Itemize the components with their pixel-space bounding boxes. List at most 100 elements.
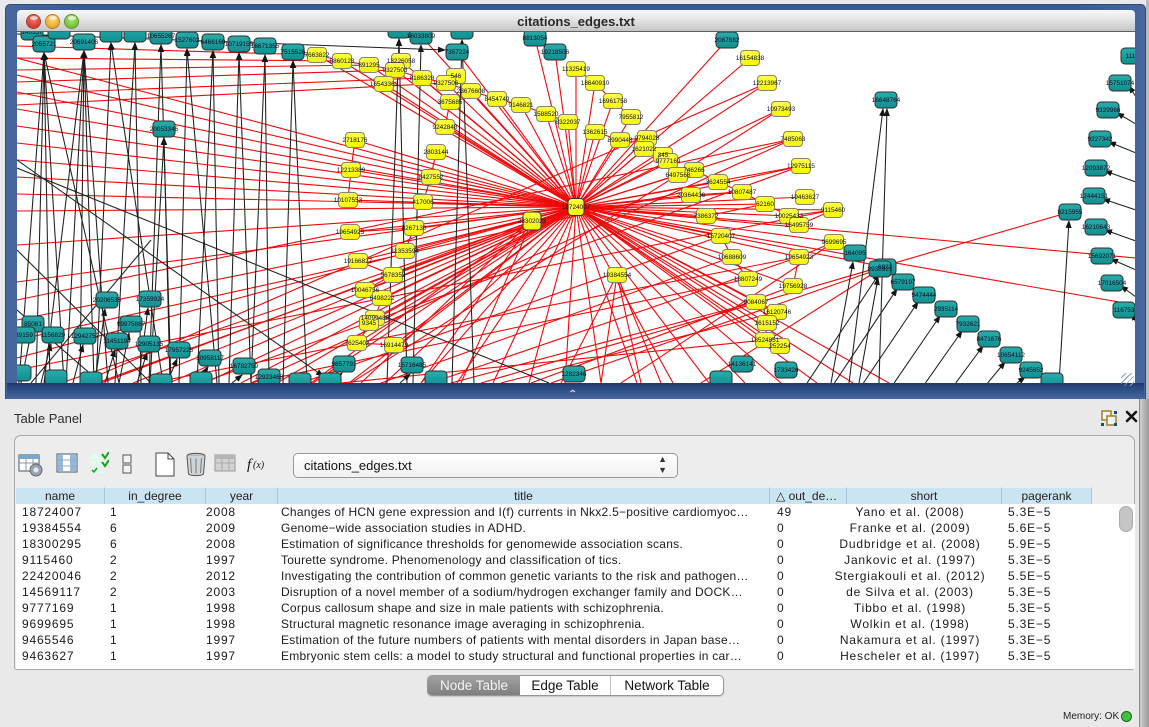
svg-text:19756928: 19756928 — [779, 283, 808, 290]
svg-text:20691406: 20691406 — [70, 39, 99, 46]
svg-text:6579197: 6579197 — [891, 279, 916, 286]
svg-text:252254: 252254 — [769, 343, 791, 350]
svg-text:11353594: 11353594 — [391, 248, 419, 255]
svg-text:8322037: 8322037 — [556, 119, 581, 126]
svg-text:9474444: 9474444 — [912, 292, 937, 299]
svg-text:19384554: 19384554 — [603, 272, 632, 279]
svg-text:9146821: 9146821 — [509, 102, 534, 109]
svg-text:20206535: 20206535 — [93, 297, 122, 304]
svg-text:8938921: 8938921 — [868, 266, 893, 273]
svg-text:23302023: 23302023 — [518, 218, 547, 225]
svg-text:16648764: 16648764 — [872, 97, 901, 104]
svg-text:7663822: 7663822 — [305, 52, 330, 59]
svg-text:14136141: 14136141 — [728, 361, 757, 368]
svg-text:2803144: 2803144 — [424, 149, 449, 156]
svg-text:8454749: 8454749 — [485, 96, 510, 103]
svg-text:16914479: 16914479 — [380, 342, 409, 349]
svg-text:16782759: 16782759 — [230, 363, 259, 370]
svg-text:10807487: 10807487 — [728, 189, 757, 196]
svg-text:62160: 62160 — [756, 201, 774, 208]
svg-text:12923468: 12923468 — [255, 374, 284, 381]
svg-text:9699695: 9699695 — [822, 239, 847, 246]
svg-text:1282346: 1282346 — [562, 371, 587, 378]
svg-text:116753: 116753 — [1114, 307, 1135, 314]
svg-text:11325419: 11325419 — [562, 66, 590, 73]
svg-text:8990448: 8990448 — [608, 137, 633, 144]
svg-text:18724007: 18724007 — [562, 204, 591, 211]
svg-text:8267130: 8267130 — [402, 225, 427, 232]
svg-text:19654925: 19654925 — [336, 229, 365, 236]
svg-text:1156829: 1156829 — [41, 332, 66, 339]
svg-text:8215955: 8215955 — [1058, 209, 1083, 216]
svg-text:10973493: 10973493 — [767, 106, 796, 113]
svg-text:10719155: 10719155 — [225, 41, 254, 48]
svg-text:12905135: 12905135 — [135, 341, 164, 348]
svg-text:8813054: 8813054 — [523, 35, 548, 42]
svg-text:1112: 1112 — [1125, 53, 1135, 60]
svg-text:1615152: 1615152 — [755, 320, 780, 327]
svg-text:7955812: 7955812 — [619, 114, 644, 121]
svg-text:1527602: 1527602 — [175, 37, 200, 44]
svg-text:20053346: 20053346 — [150, 126, 179, 133]
svg-text:8860128: 8860128 — [330, 58, 355, 65]
svg-text:10654112: 10654112 — [997, 352, 1025, 359]
svg-text:891295: 891295 — [358, 62, 380, 69]
svg-text:7386372: 7386372 — [694, 213, 719, 220]
svg-text:16671355: 16671355 — [251, 43, 280, 50]
svg-text:7515526: 7515526 — [281, 49, 306, 56]
svg-text:10025433: 10025433 — [775, 213, 804, 220]
svg-text:20364436: 20364436 — [677, 192, 706, 199]
svg-text:1588520: 1588520 — [534, 111, 559, 118]
svg-text:7625402: 7625402 — [345, 340, 370, 347]
svg-text:9777169: 9777169 — [656, 158, 681, 165]
svg-text:12444151: 12444151 — [1080, 193, 1109, 200]
svg-text:9794028: 9794028 — [635, 135, 660, 142]
svg-text:1362615: 1362615 — [583, 129, 608, 136]
svg-text:7932621: 7932621 — [956, 321, 981, 328]
svg-text:18640910: 18640910 — [581, 80, 610, 87]
svg-text:39159: 39159 — [17, 332, 33, 339]
svg-text:13226058: 13226058 — [387, 58, 416, 65]
svg-text:8186328: 8186328 — [410, 75, 435, 82]
svg-text:7485063: 7485063 — [781, 136, 806, 143]
svg-text:9115460: 9115460 — [821, 207, 846, 214]
svg-text:1733426: 1733426 — [774, 367, 799, 374]
svg-text:16961758: 16961758 — [599, 98, 628, 105]
svg-text:12093872: 12093872 — [1082, 165, 1111, 172]
svg-text:(x): (x) — [253, 460, 265, 471]
svg-text:16033809: 16033809 — [407, 33, 436, 40]
svg-text:6498222: 6498222 — [370, 295, 395, 302]
svg-text:17016504: 17016504 — [1098, 280, 1127, 287]
svg-text:8427552: 8427552 — [419, 174, 444, 181]
svg-text:15692071: 15692071 — [1088, 253, 1117, 260]
svg-text:2055721: 2055721 — [32, 41, 57, 48]
svg-text:164095: 164095 — [844, 250, 866, 257]
svg-text:2087682: 2087682 — [715, 37, 740, 44]
svg-text:15720407: 15720407 — [707, 233, 736, 240]
svg-text:11451194: 11451194 — [103, 338, 131, 345]
svg-text:19463627: 19463627 — [791, 194, 820, 201]
svg-text:9327506: 9327506 — [434, 80, 459, 87]
svg-text:10655267: 10655267 — [147, 33, 176, 40]
svg-text:16210643: 16210643 — [1082, 224, 1111, 231]
svg-text:1621022: 1621022 — [632, 146, 657, 153]
svg-text:12213967: 12213967 — [753, 80, 782, 87]
svg-text:9345: 9345 — [362, 320, 377, 327]
svg-text:6466160: 6466160 — [201, 39, 226, 46]
svg-text:15716485: 15716485 — [398, 362, 427, 369]
svg-text:19654923: 19654923 — [785, 254, 814, 261]
svg-text:2935114: 2935114 — [934, 306, 959, 313]
svg-text:12213389: 12213389 — [337, 167, 366, 174]
svg-text:140557: 140557 — [21, 32, 43, 36]
svg-text:5678352: 5678352 — [381, 272, 406, 279]
svg-text:9245652: 9245652 — [1019, 367, 1044, 374]
svg-text:3675685: 3675685 — [438, 99, 463, 106]
svg-text:12942757: 12942757 — [71, 333, 100, 340]
svg-text:12975115: 12975115 — [787, 163, 815, 170]
svg-text:9084067: 9084067 — [744, 299, 769, 306]
svg-text:8471676: 8471676 — [977, 336, 1002, 343]
svg-text:16495759: 16495759 — [785, 222, 814, 229]
svg-text:6497568: 6497568 — [666, 172, 691, 179]
svg-text:9242848: 9242848 — [433, 124, 458, 131]
svg-text:10046756: 10046756 — [351, 287, 380, 294]
